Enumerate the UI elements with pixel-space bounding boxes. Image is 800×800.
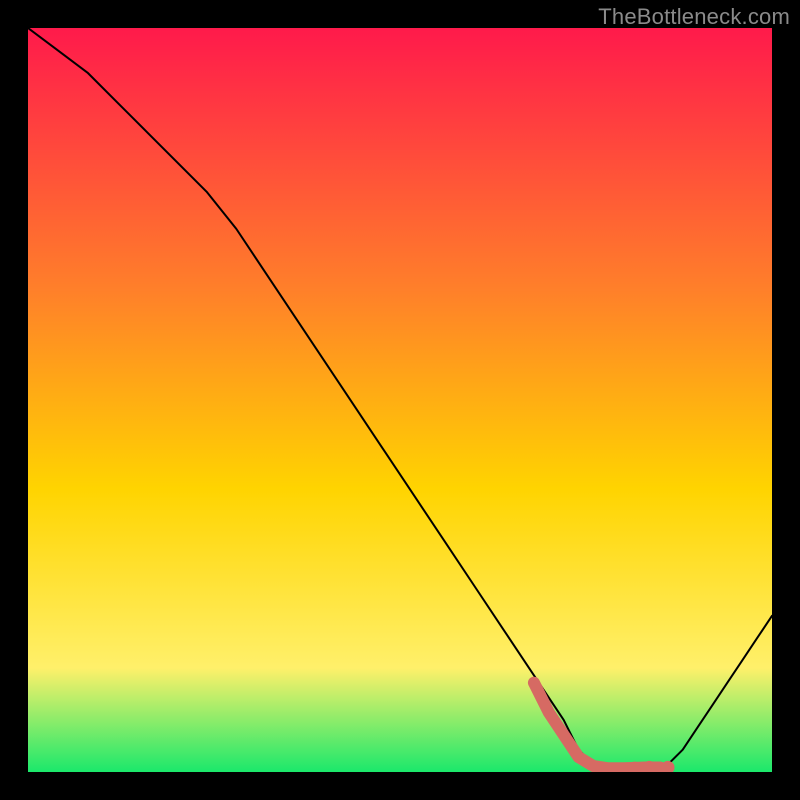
chart-frame: TheBottleneck.com — [0, 0, 800, 800]
plot-background — [28, 28, 772, 772]
watermark-text: TheBottleneck.com — [598, 4, 790, 30]
chart-plot — [28, 28, 772, 772]
